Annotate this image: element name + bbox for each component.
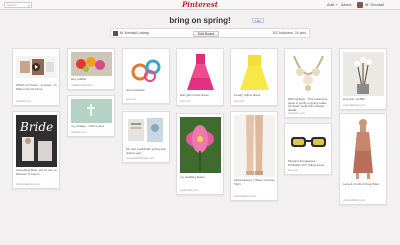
bracelets-photo: [131, 59, 161, 82]
pin-poppies[interactable]: Hey rubble! rubblesunflour.com: [67, 48, 115, 90]
pinterest-logo[interactable]: Pinterest: [180, 1, 220, 9]
pin-caption: My nice bookshelf, spring soft picture y…: [126, 148, 166, 155]
pin-image[interactable]: [180, 52, 221, 92]
board-title: bring on spring!: [169, 16, 231, 25]
pin-source[interactable]: youtube.com: [16, 100, 58, 103]
pink-dress-photo: [187, 54, 214, 90]
pin-summer-dress[interactable]: Lace & Crochet Floral Maxi urbanoutfitte…: [339, 113, 387, 205]
edit-board-button[interactable]: Edit Board: [193, 31, 219, 37]
search-input[interactable]: Search ⌕: [4, 2, 32, 8]
model-dress-photo: [353, 119, 373, 179]
svg-text:Bride: Bride: [19, 120, 53, 134]
pin-source[interactable]: etsy.com: [288, 169, 330, 172]
nav-add-link[interactable]: Add +: [327, 2, 338, 7]
pin-image[interactable]: [288, 127, 329, 157]
branches-photo: [343, 52, 384, 96]
owner-avatar[interactable]: [113, 31, 118, 36]
pin-caption: love this, JOJBA: [343, 98, 366, 101]
board-stats: 102 followers, 24 pins: [272, 31, 306, 35]
pin-image[interactable]: [71, 99, 112, 123]
mint-wall-photo: [71, 99, 112, 123]
magazine-cover: Bride: [16, 115, 57, 167]
search-placeholder: Search: [7, 3, 17, 7]
nav-user-name: M. Kendall: [365, 2, 384, 7]
pin-source[interactable]: urbanoutfitters.com: [234, 195, 276, 198]
pin-bride[interactable]: Bride Something Blue: tea for two on blo…: [12, 111, 60, 189]
pin-image[interactable]: [234, 115, 275, 177]
pin-bracelets[interactable]: cute bracelets etsy.com: [122, 48, 170, 104]
pin-image[interactable]: [343, 117, 384, 181]
avatar: [357, 1, 363, 8]
flowers-photo: [71, 52, 112, 76]
pin-caption: Hey rubble!: [71, 78, 87, 81]
video-thumbnail: [16, 56, 57, 78]
pin-image[interactable]: Bride: [16, 115, 57, 167]
owner-name-link[interactable]: M. Kendall Ludwig: [120, 31, 149, 36]
pin-cross[interactable]: my cottage - robin's nest pinterest.com: [67, 95, 115, 137]
pin-caption: Floral Hosiery | Sheer Crochet Tight: [234, 179, 275, 186]
pin-caption: Mustard Sunglasses - PUSHED ON! Yellow F…: [288, 160, 325, 167]
nav-about-link[interactable]: About: [341, 2, 351, 7]
pin-pink-dress[interactable]: little girls frocks dress etsy.com: [176, 48, 224, 106]
pin-caption: cute bracelets: [126, 89, 145, 92]
lily-photo: [180, 117, 221, 173]
pin-caption: #SpringStyle - This statement piece is w…: [288, 98, 328, 112]
pin-branches[interactable]: love this, JOJBA ontopofthetree.com: [339, 48, 387, 110]
pin-image[interactable]: [126, 115, 167, 145]
facebook-like-button[interactable]: Like: [252, 18, 264, 23]
clipboard-photo: [128, 118, 163, 142]
pin-caption: little girls frocks dress: [180, 94, 209, 97]
pin-source[interactable]: rubblesunflour.com: [71, 84, 113, 87]
pin-lily[interactable]: my wedding flower gardenblog.com: [176, 113, 224, 195]
pin-caption: Lace & Crochet Floral Maxi: [343, 183, 380, 186]
pin-source[interactable]: jewelrylux.com: [288, 112, 330, 115]
pin-video[interactable]: Which for Peace - Impulse - by Warren Ko…: [12, 48, 60, 106]
tights-photo: [246, 115, 263, 175]
pin-image[interactable]: [180, 117, 221, 173]
necklace-photo: [293, 55, 324, 91]
pin-source[interactable]: bridesmagazine.com: [16, 183, 58, 186]
pin-clipboard[interactable]: My nice bookshelf, spring soft picture y…: [122, 111, 170, 163]
pin-caption: Lovely Yellow dress: [234, 94, 261, 97]
pin-source[interactable]: ontopofthetree.com: [343, 104, 385, 107]
board-owner-bar: M. Kendall Ludwig Edit Board 102 followe…: [110, 28, 310, 38]
pin-source[interactable]: urbanoutfitters.com: [343, 199, 385, 202]
pin-source[interactable]: pinterest.com: [71, 131, 113, 134]
pin-image[interactable]: [71, 52, 112, 76]
pin-tights[interactable]: Floral Hosiery | Sheer Crochet Tight urb…: [230, 111, 278, 201]
top-nav-bar: Search ⌕ Pinterest Add + About M. Kendal…: [0, 0, 400, 10]
pin-caption: Which for Peace - Impulse - by Warren Ko…: [16, 84, 58, 91]
pin-caption: my cottage - robin's nest: [71, 125, 104, 128]
pin-yellow-dress[interactable]: Lovely Yellow dress etsy.com: [230, 48, 278, 106]
pin-necklace[interactable]: #SpringStyle - This statement piece is w…: [284, 48, 332, 118]
pin-source[interactable]: thebookshelfdesign.com: [126, 157, 168, 160]
nav-user-menu[interactable]: M. Kendall: [357, 1, 384, 8]
search-icon[interactable]: ⌕: [28, 3, 30, 8]
pin-source[interactable]: etsy.com: [180, 100, 222, 103]
pin-image[interactable]: [126, 52, 167, 86]
pin-caption: my wedding flower: [180, 176, 205, 179]
pin-source[interactable]: etsy.com: [234, 100, 276, 103]
pin-image[interactable]: [288, 52, 329, 96]
pin-source[interactable]: gardenblog.com: [180, 189, 222, 192]
pin-glasses[interactable]: Mustard Sunglasses - PUSHED ON! Yellow F…: [284, 123, 332, 175]
glasses-photo: [291, 137, 326, 147]
yellow-dress-photo: [240, 55, 269, 90]
pin-source[interactable]: etsy.com: [126, 98, 168, 101]
pin-image[interactable]: [16, 52, 57, 82]
pin-image[interactable]: [234, 52, 275, 92]
pin-caption: Something Blue: tea for two on blossom i…: [16, 169, 58, 176]
pin-image[interactable]: [343, 52, 384, 96]
